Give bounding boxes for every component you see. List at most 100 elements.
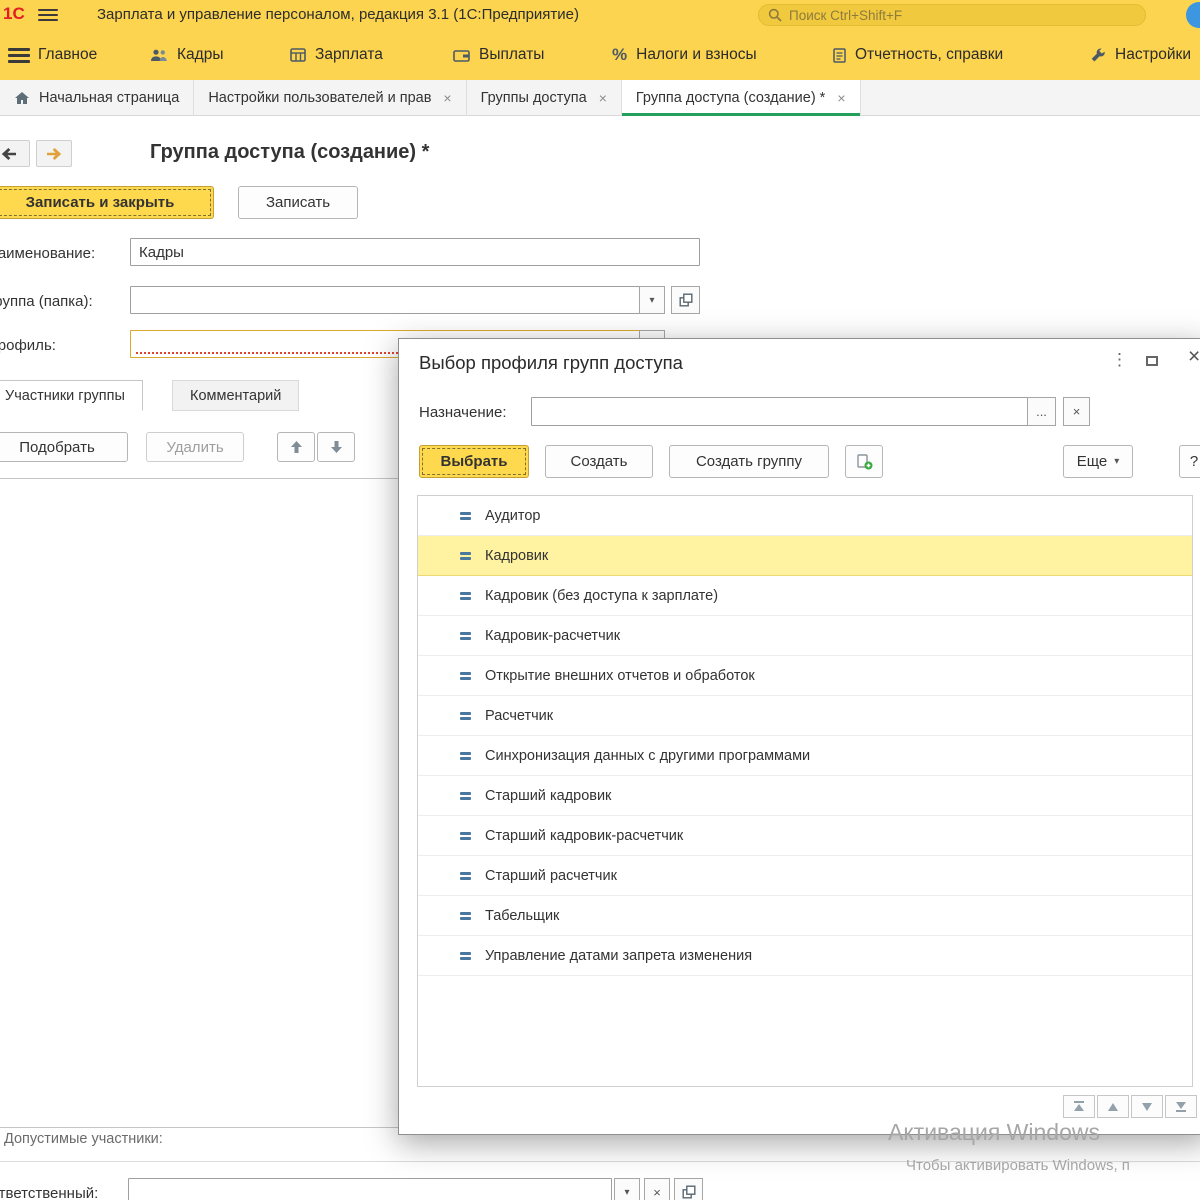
tab-home[interactable]: Начальная страница: [0, 80, 195, 116]
kebab-menu-icon[interactable]: ⋮: [1105, 348, 1134, 372]
group-open-button[interactable]: [671, 286, 700, 314]
scroll-to-top-button[interactable]: [1063, 1095, 1095, 1118]
menu-item-hr[interactable]: Кадры: [150, 30, 223, 80]
scroll-bottom-icon: [1176, 1102, 1186, 1112]
tab-close-icon[interactable]: ×: [443, 90, 451, 106]
profile-list-item[interactable]: Старший кадровик: [418, 776, 1192, 816]
name-input[interactable]: Кадры: [130, 238, 700, 266]
tab-access-groups[interactable]: Группы доступа ×: [467, 80, 622, 116]
tab-comment[interactable]: Комментарий: [172, 380, 300, 411]
create-group-button[interactable]: Создать группу: [669, 445, 829, 478]
profile-list-item[interactable]: Старший расчетчик: [418, 856, 1192, 896]
tab-close-icon[interactable]: ×: [837, 90, 845, 106]
chevron-down-icon: ▾: [624, 1186, 630, 1198]
tab-close-icon[interactable]: ×: [599, 90, 607, 106]
new-document-icon: [856, 453, 872, 469]
tab-user-settings[interactable]: Настройки пользователей и прав ×: [194, 80, 467, 116]
assignment-input[interactable]: [531, 397, 1028, 426]
move-down-button[interactable]: [317, 432, 355, 462]
help-button[interactable]: ?: [1179, 445, 1200, 478]
menu-item-reports[interactable]: Отчетность, справки: [833, 30, 1003, 80]
group-dropdown-button[interactable]: ▾: [639, 286, 665, 314]
profile-list-item[interactable]: Открытие внешних отчетов и обработок: [418, 656, 1192, 696]
search-placeholder: Поиск Ctrl+Shift+F: [789, 7, 903, 23]
sections-toggle-icon[interactable]: [8, 48, 30, 66]
profile-item-icon: [460, 590, 471, 602]
menu-item-settings[interactable]: Настройки: [1090, 30, 1191, 80]
home-icon: [15, 92, 29, 104]
profile-item-label: Старший кадровик: [485, 787, 612, 804]
select-label: Выбрать: [440, 453, 508, 470]
profiles-list: Аудитор Кадровик Кадровик (без доступа к…: [417, 495, 1193, 1087]
profile-item-label: Старший кадровик-расчетчик: [485, 827, 684, 844]
global-search-input[interactable]: Поиск Ctrl+Shift+F: [758, 4, 1146, 26]
tab-label: Настройки пользователей и прав: [208, 90, 432, 106]
user-avatar[interactable]: [1186, 2, 1200, 28]
menu-item-payments[interactable]: Выплаты: [453, 30, 544, 80]
wallet-icon: [453, 49, 470, 62]
app-window: 1С Зарплата и управление персоналом, ред…: [0, 0, 1200, 1200]
forward-button[interactable]: [36, 140, 72, 167]
assignment-clear-button[interactable]: ×: [1063, 397, 1090, 426]
responsible-field-label: Ответственный:: [0, 1185, 99, 1200]
profile-item-icon: [460, 790, 471, 802]
create-new-group-icon-button[interactable]: [845, 445, 883, 478]
responsible-input[interactable]: [128, 1178, 612, 1200]
profile-list-item[interactable]: Кадровик (без доступа к зарплате): [418, 576, 1192, 616]
more-button[interactable]: Еще ▾: [1063, 445, 1133, 478]
group-input[interactable]: [130, 286, 640, 314]
profile-item-icon: [460, 550, 471, 562]
profile-item-icon: [460, 870, 471, 882]
create-group-label: Создать группу: [695, 453, 803, 470]
tab-label: Начальная страница: [39, 90, 180, 106]
profile-list-item[interactable]: Старший кадровик-расчетчик: [418, 816, 1192, 856]
profile-list-item[interactable]: Кадровик-расчетчик: [418, 616, 1192, 656]
responsible-open-button[interactable]: [674, 1178, 703, 1200]
responsible-dropdown-button[interactable]: ▾: [614, 1178, 640, 1200]
pick-members-button[interactable]: Подобрать: [0, 432, 128, 462]
create-label: Создать: [570, 453, 628, 470]
chevron-down-icon: ▾: [649, 294, 655, 306]
app-title: Зарплата и управление персоналом, редакц…: [97, 6, 580, 23]
assignment-choose-button[interactable]: ...: [1027, 397, 1056, 426]
select-button[interactable]: Выбрать: [419, 445, 529, 478]
profile-item-label: Аудитор: [485, 507, 541, 524]
responsible-clear-button[interactable]: ×: [644, 1178, 670, 1200]
scroll-down-button[interactable]: [1131, 1095, 1163, 1118]
allowed-members-label: Допустимые участники:: [4, 1131, 163, 1147]
tab-access-group-new[interactable]: Группа доступа (создание) * ×: [621, 80, 861, 116]
profile-item-label: Табельщик: [485, 907, 560, 924]
save-and-close-button[interactable]: Записать и закрыть: [0, 186, 214, 219]
profile-item-icon: [460, 830, 471, 842]
menu-label: Настройки: [1115, 46, 1192, 63]
profile-select-dialog: Выбор профиля групп доступа ⋮ × Назначен…: [398, 338, 1200, 1135]
menu-item-salary[interactable]: Зарплата: [290, 30, 383, 80]
clear-icon: ×: [1072, 404, 1081, 419]
remove-member-button[interactable]: Удалить: [146, 432, 244, 462]
search-icon: [768, 8, 782, 22]
back-button[interactable]: [0, 140, 30, 167]
1c-logo-icon: 1С: [3, 4, 25, 23]
window-menu-icon[interactable]: [38, 9, 58, 24]
save-button[interactable]: Записать: [238, 186, 358, 219]
scroll-top-icon: [1074, 1101, 1084, 1111]
scroll-up-button[interactable]: [1097, 1095, 1129, 1118]
dialog-close-icon[interactable]: ×: [1184, 345, 1200, 369]
profile-list-item[interactable]: Расчетчик: [418, 696, 1192, 736]
profile-item-label: Кадровик: [485, 547, 549, 564]
profile-list-item[interactable]: Синхронизация данных с другими программа…: [418, 736, 1192, 776]
menu-item-taxes[interactable]: % Налоги и взносы: [612, 30, 757, 80]
menu-label: Главное: [38, 46, 98, 63]
tab-group-members[interactable]: Участники группы: [0, 380, 143, 411]
maximize-icon[interactable]: [1146, 356, 1158, 366]
profile-list-item-selected[interactable]: Кадровик: [418, 536, 1192, 576]
clear-icon: ×: [653, 1184, 661, 1200]
profile-list-item[interactable]: Аудитор: [418, 496, 1192, 536]
create-button[interactable]: Создать: [545, 445, 653, 478]
menu-label: Кадры: [177, 46, 224, 63]
menu-item-main[interactable]: Главное: [38, 30, 97, 80]
profile-list-item[interactable]: Табельщик: [418, 896, 1192, 936]
move-up-button[interactable]: [277, 432, 315, 462]
scroll-to-bottom-button[interactable]: [1165, 1095, 1197, 1118]
profile-list-item[interactable]: Управление датами запрета изменения: [418, 936, 1192, 976]
